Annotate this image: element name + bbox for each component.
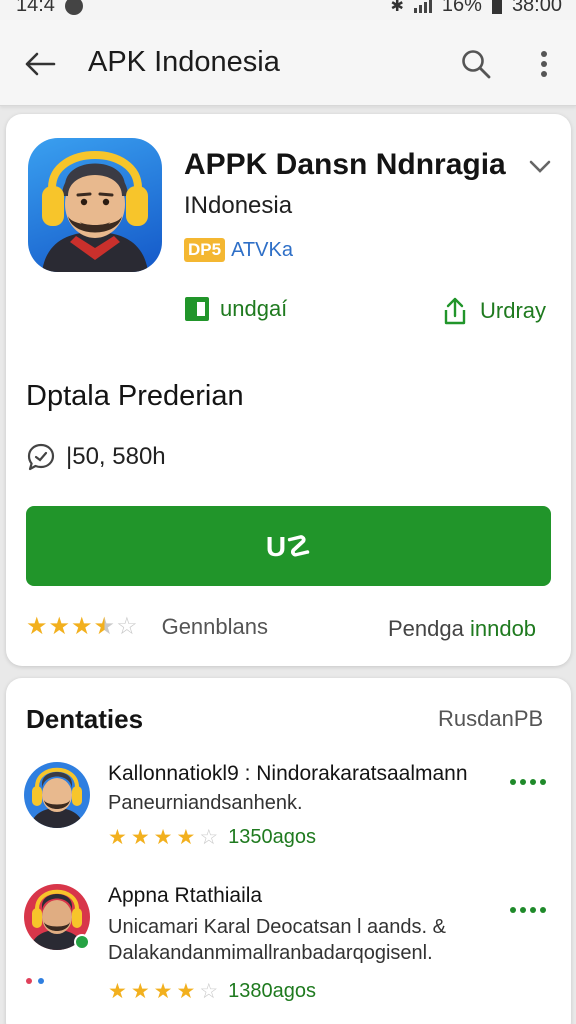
star-icon: ★: [130, 826, 150, 849]
search-button[interactable]: [454, 42, 498, 86]
bookmark-icon: [185, 297, 209, 321]
expand-button[interactable]: [524, 150, 556, 182]
search-icon: [462, 50, 491, 79]
signal-icon: [413, 0, 432, 13]
review-item: Kallonnatiokl9 : Nindorakaratsaalmann Pa…: [24, 762, 554, 872]
share-action-label: Urdray: [480, 298, 547, 323]
star-empty-icon: ☆: [199, 980, 219, 1003]
badge-row: DP5 ATVKa: [184, 238, 293, 262]
dot-icon: [520, 779, 526, 785]
dot-icon: [510, 779, 516, 785]
meta-value: |50, 580h: [66, 443, 166, 470]
battery-icon: [491, 0, 502, 14]
star-icon: ★: [176, 980, 196, 1003]
star-empty-icon: ☆: [116, 613, 138, 640]
rating-label: Gennblans: [161, 614, 268, 639]
battery-percent: 16%: [441, 0, 482, 16]
status-time: 14:4: [16, 0, 55, 16]
star-icon: ★: [108, 826, 127, 849]
star-icon: ★: [26, 613, 48, 640]
app-bar: APK Indonesia: [0, 20, 576, 106]
meta-row: |50, 580h: [26, 442, 166, 472]
reviews-card: Dentaties RusdanPB Kallonnatiokl9 : Nind…: [6, 678, 571, 1024]
page-indicator: [26, 978, 44, 984]
review-rating: ★ ★ ★ ★ ☆ 1380agos: [108, 980, 316, 1003]
share-action[interactable]: Urdray: [442, 296, 546, 326]
app-icon[interactable]: [28, 138, 162, 272]
review-date: 1380agos: [228, 980, 317, 1002]
dot-icon: [520, 907, 526, 913]
review-text: Unicamari Karal Deocatsan l aands. &: [108, 916, 446, 938]
star-half-icon: ★: [93, 613, 116, 640]
star-icon: ★: [108, 980, 127, 1003]
download-action[interactable]: undgaí: [184, 296, 287, 322]
app-developer: INdonesia: [184, 192, 293, 219]
rating-stars: ★ ★ ★ ★ ☆: [26, 615, 138, 639]
status-clock: 38:00: [511, 0, 562, 16]
section-title: Dptala Prederian: [26, 380, 244, 412]
star-icon: ★: [48, 613, 71, 640]
notification-icon: [64, 0, 83, 15]
page-dot: [38, 978, 44, 984]
star-icon: ★: [71, 613, 93, 640]
chevron-down-icon: [529, 160, 551, 173]
reviews-more-link[interactable]: RusdanPB: [438, 706, 543, 732]
chat-bubble-icon: [27, 443, 55, 471]
review-menu-button[interactable]: [506, 898, 550, 922]
review-rating: ★ ★ ★ ★ ☆ 1350agos: [108, 826, 316, 849]
badge-link[interactable]: ATVKa: [231, 239, 293, 262]
online-status-icon: [74, 934, 90, 950]
avatar[interactable]: [24, 762, 90, 828]
rating-right-accent: inndob: [469, 616, 537, 641]
star-icon: ★: [153, 826, 173, 849]
rating-row: ★ ★ ★ ★ ☆ Gennblans: [26, 614, 268, 640]
star-empty-icon: ☆: [199, 826, 219, 849]
review-author: Appna Rtathiaila: [108, 884, 263, 907]
review-author: Kallonnatiokl9 : Nindorakaratsaalmann: [108, 762, 468, 785]
rating-badge: DP5: [184, 238, 226, 262]
star-icon: ★: [153, 980, 173, 1003]
more-options-button[interactable]: [522, 42, 566, 86]
back-button[interactable]: [18, 42, 62, 86]
share-icon: [444, 297, 466, 325]
bluetooth-icon: ✱: [390, 0, 404, 15]
dot-icon: [540, 907, 546, 913]
dot-icon: [530, 907, 536, 913]
status-bar: 14:4 ✱ 16% 38:00: [0, 0, 576, 20]
dot-icon: [510, 907, 516, 913]
reviews-title: Dentaties: [26, 704, 144, 734]
star-icon: ★: [130, 980, 150, 1003]
avatar-headphones-icon: [42, 151, 148, 272]
rating-right-text[interactable]: Pendga inndob: [388, 616, 536, 642]
dot-icon: [540, 779, 546, 785]
avatar-headphones-icon: [30, 767, 84, 828]
review-text: Paneurniandsanhenk.: [108, 792, 303, 814]
page-dot: [26, 978, 32, 984]
review-date: 1350agos: [228, 826, 317, 848]
arrow-left-icon: [25, 52, 56, 76]
install-button-label: U☡: [265, 530, 312, 562]
star-icon: ★: [176, 826, 196, 849]
review-menu-button[interactable]: [506, 770, 550, 794]
status-left: 14:4: [16, 0, 83, 17]
download-action-label: undgaí: [220, 296, 288, 321]
review-text: Dalakandanmimallranbadarqogisenl.: [108, 942, 433, 964]
status-right: ✱ 16% 38:00: [390, 0, 562, 17]
dot-icon: [530, 779, 536, 785]
app-info-card: APPK Dansn Ndnragia INdonesia DP5 ATVKa …: [6, 114, 571, 666]
more-vert-icon: [541, 51, 547, 77]
page-title: APK Indonesia: [88, 46, 280, 78]
rating-right-prefix: Pendga: [388, 616, 470, 641]
install-button[interactable]: U☡: [26, 506, 551, 586]
app-name: APPK Dansn Ndnragia: [184, 148, 506, 181]
review-item: Appna Rtathiaila Unicamari Karal Deocats…: [24, 884, 554, 1024]
